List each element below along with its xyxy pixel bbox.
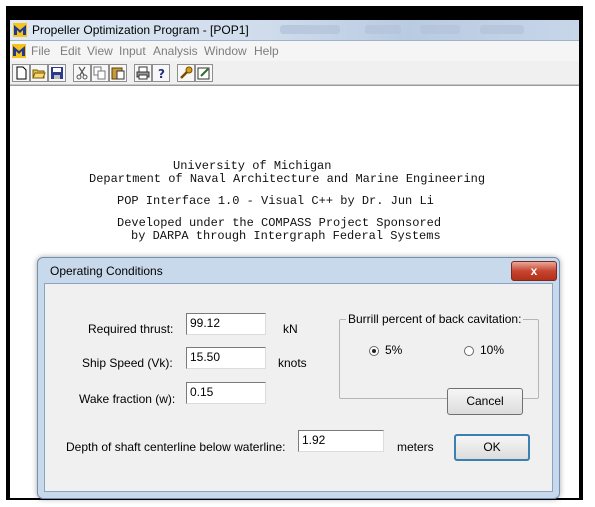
paste-button[interactable] bbox=[109, 64, 127, 82]
title-bar-blur bbox=[420, 25, 460, 34]
help-button[interactable]: ? bbox=[152, 64, 170, 82]
copy-icon bbox=[93, 66, 106, 80]
radio-10-label[interactable]: 10% bbox=[480, 343, 504, 357]
menu-input[interactable]: Input bbox=[119, 44, 146, 58]
app-icon bbox=[13, 23, 27, 37]
doc-line-department: Department of Naval Architecture and Mar… bbox=[89, 172, 486, 186]
edit-button[interactable] bbox=[195, 64, 213, 82]
menu-edit[interactable]: Edit bbox=[60, 44, 81, 58]
ship-speed-field[interactable]: 15.50 bbox=[186, 347, 266, 369]
cavitation-group-title: Burrill percent of back cavitation: bbox=[346, 312, 524, 326]
doc-line-developed: Developed under the COMPASS Project Spon… bbox=[117, 216, 442, 230]
depth-field[interactable]: 1.92 bbox=[298, 430, 384, 452]
doc-line-interface: POP Interface 1.0 - Visual C++ by Dr. Ju… bbox=[117, 194, 434, 208]
close-icon: x bbox=[530, 264, 538, 278]
depth-unit: meters bbox=[397, 440, 434, 454]
cut-button[interactable] bbox=[73, 64, 91, 82]
open-icon bbox=[32, 69, 46, 79]
speed-unit: knots bbox=[278, 356, 307, 370]
print-icon bbox=[136, 66, 150, 80]
cut-icon bbox=[76, 66, 88, 80]
toolbar: ? bbox=[10, 62, 579, 85]
paste-icon bbox=[111, 67, 125, 80]
dialog-title: Operating Conditions bbox=[50, 264, 163, 278]
close-button[interactable]: x bbox=[511, 261, 557, 281]
thrust-label: Required thrust: bbox=[88, 322, 174, 336]
doc-line-university: University of Michigan bbox=[173, 159, 332, 173]
menu-view[interactable]: View bbox=[87, 44, 113, 58]
open-button[interactable] bbox=[30, 64, 48, 82]
document-icon[interactable] bbox=[12, 44, 26, 58]
wrench-icon bbox=[180, 66, 193, 79]
depth-label: Depth of shaft centerline below waterlin… bbox=[66, 440, 286, 454]
print-button[interactable] bbox=[134, 64, 152, 82]
doc-line-darpa: by DARPA through Intergraph Federal Syst… bbox=[131, 229, 441, 243]
window-title: Propeller Optimization Program - [POP1] bbox=[32, 23, 249, 37]
menu-help[interactable]: Help bbox=[254, 44, 279, 58]
edit-icon bbox=[197, 67, 210, 80]
thrust-field[interactable]: 99.12 bbox=[186, 313, 266, 335]
new-button[interactable] bbox=[12, 64, 30, 82]
thrust-unit: kN bbox=[283, 322, 298, 336]
copy-button[interactable] bbox=[91, 64, 109, 82]
menu-bar: File Edit View Input Analysis Window Hel… bbox=[10, 41, 579, 61]
radio-10-percent[interactable] bbox=[464, 346, 474, 356]
save-button[interactable] bbox=[48, 64, 66, 82]
svg-text:?: ? bbox=[158, 67, 165, 80]
wrench-button[interactable] bbox=[177, 64, 195, 82]
wake-label: Wake fraction (w): bbox=[79, 392, 176, 406]
menu-window[interactable]: Window bbox=[204, 44, 247, 58]
ok-button[interactable]: OK bbox=[454, 434, 530, 461]
wake-fraction-field[interactable]: 0.15 bbox=[186, 382, 266, 404]
dialog-body: Required thrust: 99.12 kN Ship Speed (Vk… bbox=[44, 283, 553, 492]
cavitation-group: Burrill percent of back cavitation: 5% 1… bbox=[339, 312, 539, 399]
title-bar-blur bbox=[480, 25, 524, 34]
title-bar-blur bbox=[365, 25, 401, 34]
operating-conditions-dialog: Operating Conditions x Required thrust: … bbox=[37, 257, 560, 499]
new-icon bbox=[16, 66, 27, 80]
cancel-button[interactable]: Cancel bbox=[447, 388, 523, 415]
radio-5-percent[interactable] bbox=[369, 346, 379, 356]
help-icon: ? bbox=[158, 67, 165, 80]
title-bar-blur bbox=[280, 25, 340, 34]
menu-analysis[interactable]: Analysis bbox=[153, 44, 198, 58]
menu-file[interactable]: File bbox=[31, 44, 50, 58]
title-bar[interactable]: Propeller Optimization Program - [POP1] bbox=[10, 20, 579, 41]
radio-5-label[interactable]: 5% bbox=[385, 343, 402, 357]
save-icon bbox=[51, 67, 63, 79]
speed-label: Ship Speed (Vk): bbox=[82, 356, 173, 370]
